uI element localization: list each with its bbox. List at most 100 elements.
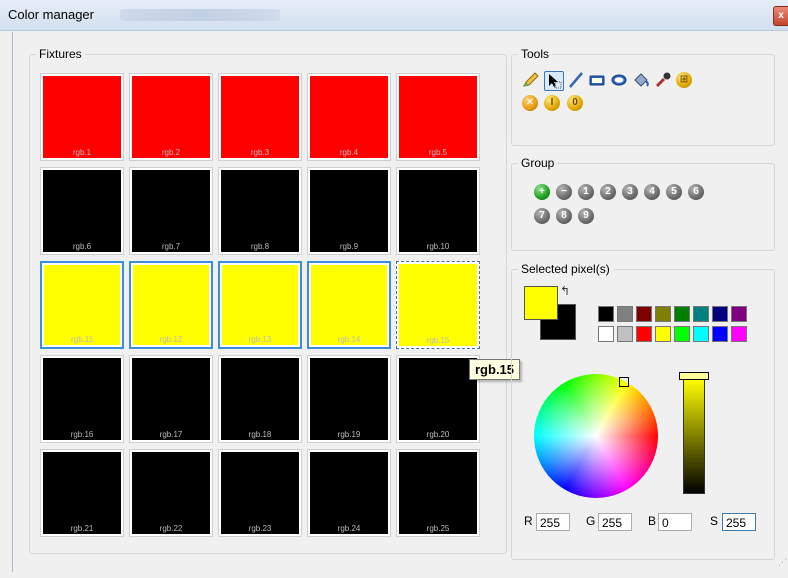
close-button[interactable]: x — [773, 6, 788, 26]
fixture-swatch — [132, 358, 210, 440]
palette-swatch[interactable] — [655, 306, 671, 322]
fixture-cell[interactable]: rgb.5 — [396, 73, 480, 161]
fixture-cell[interactable]: rgb.24 — [307, 449, 391, 537]
resize-grip[interactable]: ⋰ — [778, 557, 787, 568]
fixture-cell[interactable]: rgb.7 — [129, 167, 213, 255]
fill-bucket-icon[interactable] — [632, 71, 650, 89]
group-9-button[interactable]: 9 — [578, 208, 594, 224]
palette-swatch[interactable] — [712, 326, 728, 342]
fixture-cell[interactable]: rgb.1 — [40, 73, 124, 161]
fixture-swatch — [310, 76, 388, 158]
eyedropper-icon[interactable] — [654, 71, 672, 89]
fixture-swatch — [399, 76, 477, 158]
fixture-cell[interactable]: rgb.16 — [40, 355, 124, 443]
fixture-cell[interactable]: rgb.6 — [40, 167, 124, 255]
palette-swatch[interactable] — [617, 306, 633, 322]
fixture-label: rgb.9 — [339, 242, 359, 251]
palette-swatch[interactable] — [674, 306, 690, 322]
fixture-cell[interactable]: rgb.10 — [396, 167, 480, 255]
s-field[interactable]: 255 — [722, 513, 756, 531]
color-wheel-cursor[interactable] — [619, 377, 629, 387]
palette-swatch[interactable] — [655, 326, 671, 342]
group-8-button[interactable]: 8 — [556, 208, 572, 224]
palette-swatch[interactable] — [731, 326, 747, 342]
zero-icon[interactable]: 0 — [567, 95, 583, 111]
fixture-label: rgb.18 — [248, 430, 272, 439]
tools-panel: Tools ⊞ ✕ I 0 — [511, 47, 775, 146]
fixture-label: rgb.10 — [426, 242, 450, 251]
fixture-swatch — [43, 76, 121, 158]
fixture-cell[interactable]: rgb.25 — [396, 449, 480, 537]
fixture-cell[interactable]: rgb.3 — [218, 73, 302, 161]
fixture-cell[interactable]: rgb.14 — [307, 261, 391, 349]
group-3-button[interactable]: 3 — [622, 184, 638, 200]
group-5-button[interactable]: 5 — [666, 184, 682, 200]
fixture-cell[interactable]: rgb.19 — [307, 355, 391, 443]
fixture-swatch — [399, 170, 477, 252]
line-icon[interactable] — [567, 71, 585, 89]
fixture-cell[interactable]: rgb.9 — [307, 167, 391, 255]
tools-legend: Tools — [518, 47, 553, 61]
fixture-cell[interactable]: rgb.23 — [218, 449, 302, 537]
palette-swatch[interactable] — [674, 326, 690, 342]
select-arrow-icon[interactable] — [544, 71, 564, 91]
ellipse-icon[interactable] — [610, 71, 628, 89]
fixture-swatch — [310, 358, 388, 440]
group-1-button[interactable]: 1 — [578, 184, 594, 200]
r-field[interactable]: 255 — [536, 513, 570, 531]
palette-swatch[interactable] — [598, 326, 614, 342]
fixture-swatch — [133, 265, 209, 345]
group-6-button[interactable]: 6 — [688, 184, 704, 200]
fixture-label: rgb.8 — [250, 242, 270, 251]
fixture-swatch — [221, 170, 299, 252]
fixture-cell[interactable]: rgb.21 — [40, 449, 124, 537]
fixture-label: rgb.22 — [159, 524, 183, 533]
palette-swatch[interactable] — [712, 306, 728, 322]
group-2-button[interactable]: 2 — [600, 184, 616, 200]
fixture-cell[interactable]: rgb.2 — [129, 73, 213, 161]
primary-color-swatch[interactable] — [524, 286, 558, 320]
brightness-slider[interactable] — [679, 368, 709, 496]
brightness-thumb[interactable] — [679, 372, 709, 380]
s-label: S — [710, 514, 719, 528]
fixture-cell[interactable]: rgb.12 — [129, 261, 213, 349]
palette-swatch[interactable] — [598, 306, 614, 322]
fixture-swatch — [310, 452, 388, 534]
group-remove-button[interactable]: − — [556, 184, 572, 200]
fixtures-legend: Fixtures — [36, 47, 85, 61]
fixture-cell[interactable]: rgb.11 — [40, 261, 124, 349]
fixture-cell[interactable]: rgb.4 — [307, 73, 391, 161]
palette-swatch[interactable] — [731, 306, 747, 322]
group-add-button[interactable]: + — [534, 184, 550, 200]
clear-icon[interactable]: ✕ — [522, 95, 538, 111]
fixture-cell[interactable]: rgb.8 — [218, 167, 302, 255]
fixture-swatch — [132, 452, 210, 534]
palette-swatch[interactable] — [636, 326, 652, 342]
fixture-swatch — [399, 358, 477, 440]
pencil-icon[interactable] — [522, 71, 540, 89]
fixture-cell[interactable]: rgb.18 — [218, 355, 302, 443]
palette-swatch[interactable] — [693, 326, 709, 342]
group-7-button[interactable]: 7 — [534, 208, 550, 224]
fixture-label: rgb.4 — [339, 148, 359, 157]
palette-swatch[interactable] — [636, 306, 652, 322]
invert-icon[interactable]: I — [544, 95, 560, 111]
palette-swatch[interactable] — [617, 326, 633, 342]
rectangle-icon[interactable] — [588, 71, 606, 89]
fixture-cell[interactable]: rgb.15 — [396, 261, 480, 349]
window-title: Color manager — [8, 7, 94, 22]
palette-swatch[interactable] — [693, 306, 709, 322]
color-wheel[interactable] — [534, 374, 658, 498]
fixture-cell[interactable]: rgb.17 — [129, 355, 213, 443]
grid-icon[interactable]: ⊞ — [676, 72, 692, 88]
swap-colors-icon[interactable]: ↰ — [560, 284, 570, 298]
g-field[interactable]: 255 — [598, 513, 632, 531]
b-field[interactable]: 0 — [658, 513, 692, 531]
fixture-cell[interactable]: rgb.22 — [129, 449, 213, 537]
fixture-swatch — [132, 170, 210, 252]
fixture-cell[interactable]: rgb.20 — [396, 355, 480, 443]
group-4-button[interactable]: 4 — [644, 184, 660, 200]
fixture-label: rgb.5 — [428, 148, 448, 157]
fixtures-grid: rgb.1 rgb.2 rgb.3 rgb.4 rgb.5 rgb.6 rgb.7 rgb.8… — [40, 73, 502, 543]
fixture-cell[interactable]: rgb.13 — [218, 261, 302, 349]
